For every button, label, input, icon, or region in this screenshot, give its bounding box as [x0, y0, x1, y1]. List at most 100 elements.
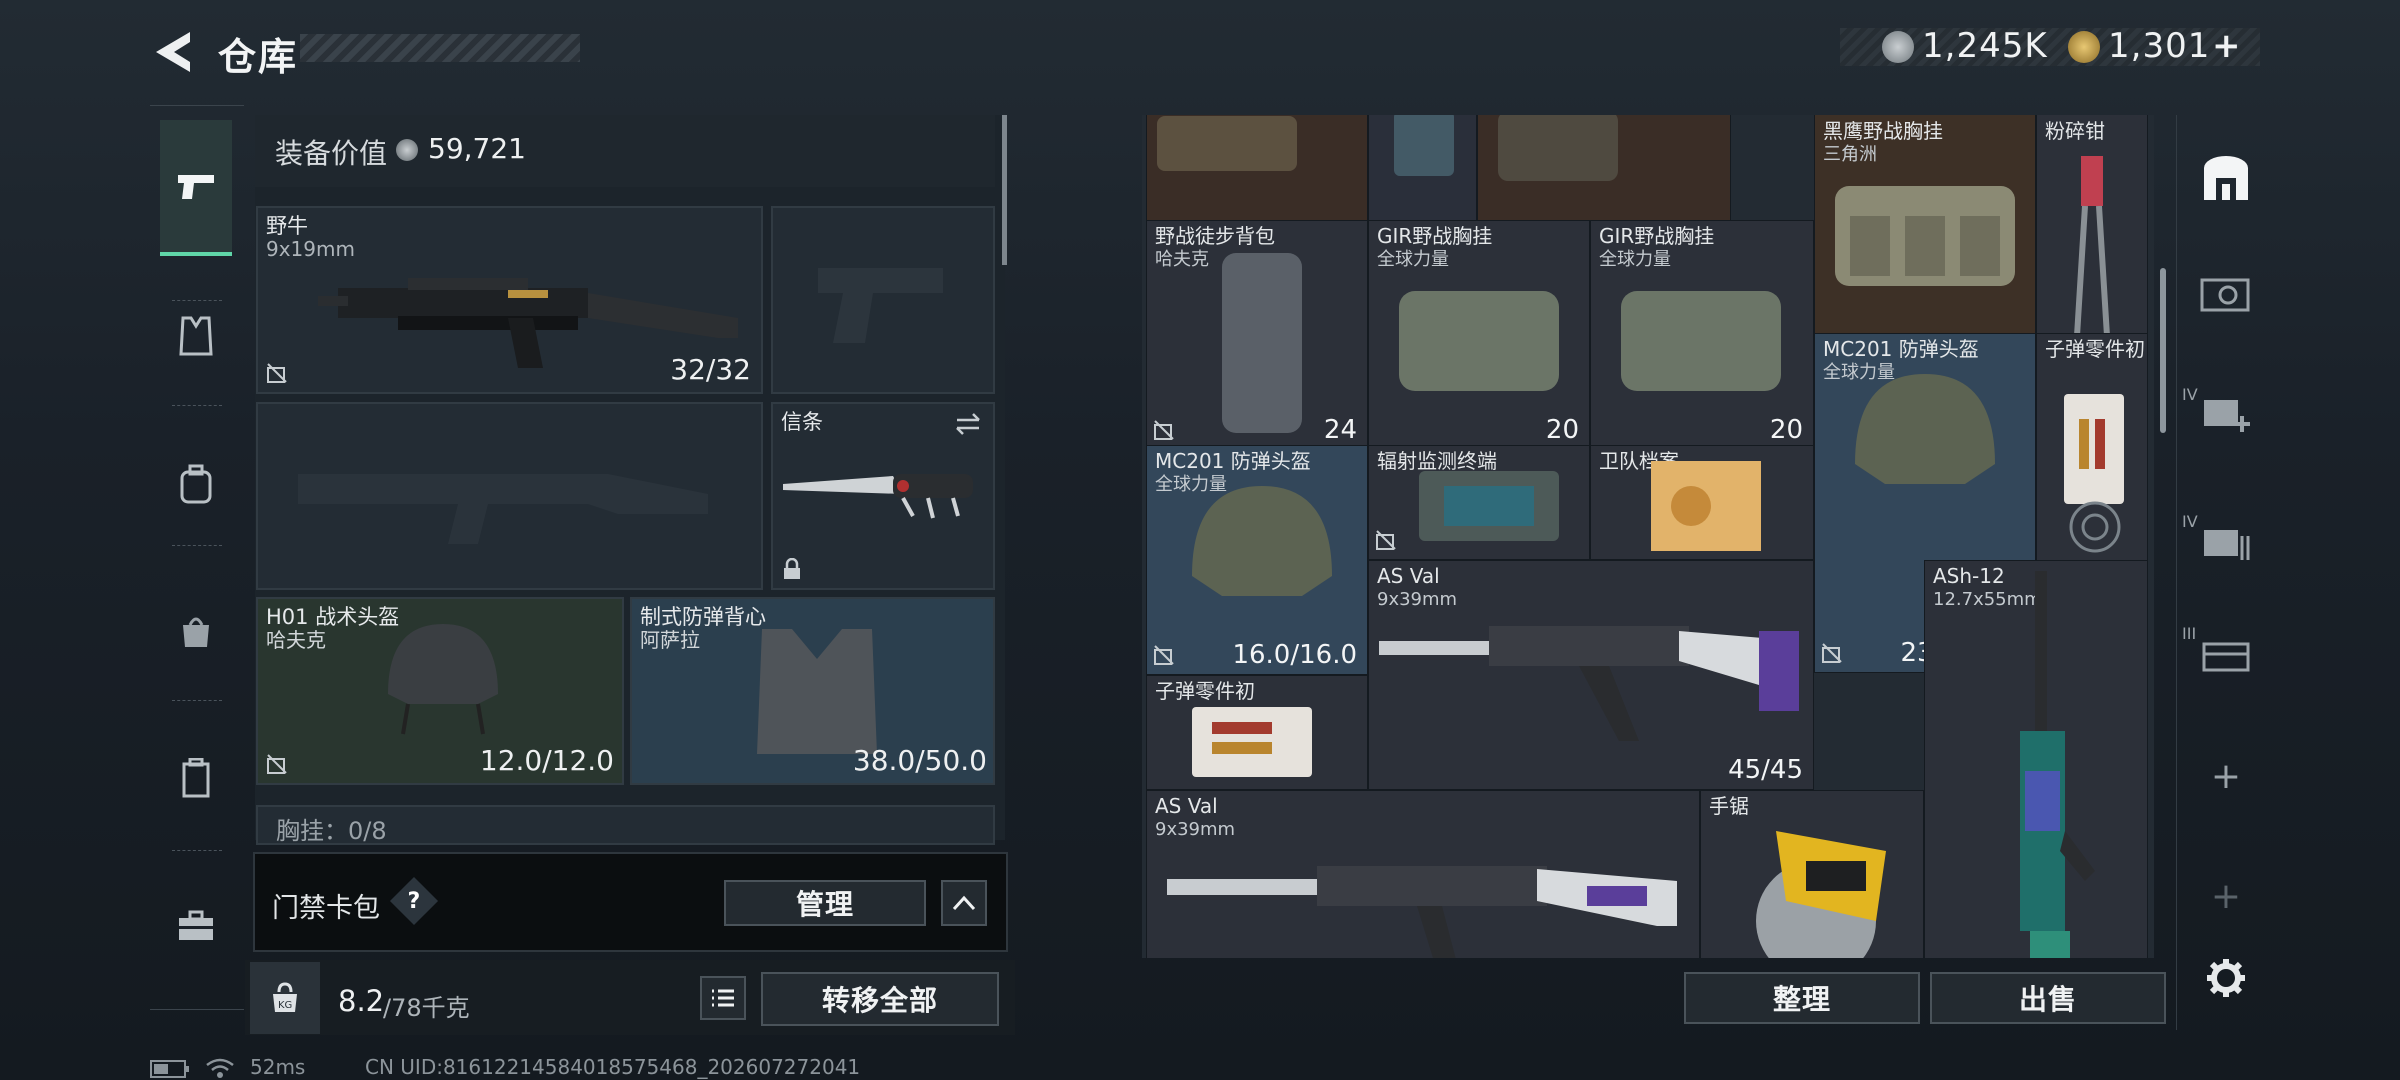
stash-page-4[interactable] [2186, 508, 2266, 580]
stash-item[interactable]: GIR野战胸挂 全球力量 20 [1590, 220, 1814, 450]
stash-item[interactable]: 子弹零件初 [1146, 675, 1368, 790]
stash-grid: 28 24 黑鹰野战胸挂 三角洲 22 粉碎钳 野战徒步背包 哈夫克 24 GI… [1142, 115, 2154, 958]
item-sub: 哈夫克 [1155, 249, 1209, 270]
item-name: 粉碎钳 [2045, 119, 2105, 143]
primary-weapon-slot[interactable]: 野牛 9x19mm 32/32 [256, 206, 763, 394]
nav-divider [172, 700, 222, 701]
rifle-silhouette-icon [298, 474, 708, 544]
chevron-up-icon [952, 895, 976, 911]
coin-silver-icon [1882, 31, 1914, 63]
manage-button[interactable]: 管理 [724, 880, 926, 926]
currency1-value: 1,245K [1922, 26, 2048, 66]
coin-icon [396, 139, 418, 161]
chest-rig-image-icon [1835, 186, 2015, 286]
stash-scrollbar[interactable] [2160, 268, 2166, 433]
backpack-image-icon [1157, 116, 1297, 171]
stash-item[interactable]: ASh-12 12.7x55mm [1924, 560, 2148, 958]
nav-divider [172, 545, 222, 546]
uid-label: CN UID:8161221458401857546​8_20260727204… [365, 1055, 861, 1079]
nav-weapons[interactable] [160, 120, 232, 256]
secondary-weapon-slot[interactable] [256, 402, 763, 590]
currency2-value: 1,301 [2108, 26, 2211, 66]
pistol-slot[interactable] [771, 206, 995, 394]
bag-icon [183, 617, 209, 647]
armor-slot[interactable]: 制式防弹背心 阿萨拉 38.0/50.0 [630, 597, 995, 785]
back-arrow-icon[interactable] [150, 28, 198, 76]
sell-button[interactable]: 出售 [1930, 972, 2166, 1024]
transfer-all-button[interactable]: 转移全部 [761, 972, 999, 1026]
nav-chest-rig[interactable] [160, 300, 232, 372]
stash-page-2[interactable] [2186, 258, 2266, 330]
nav-toolbox[interactable] [160, 890, 232, 962]
helmet-brand: 哈夫克 [266, 628, 326, 652]
loadout-scrollbar[interactable] [1002, 115, 1007, 265]
stash-page-main[interactable] [2186, 142, 2266, 214]
no-contain-icon [1822, 643, 1842, 663]
backpack-image-icon [1222, 253, 1302, 433]
rifle-image-icon [1167, 866, 1677, 958]
no-contain-icon [1154, 645, 1174, 665]
access-card-label: 门禁卡包 [272, 893, 380, 924]
nav-backpack[interactable] [160, 448, 232, 520]
stash-item[interactable]: MC201 防弹头盔 全球力量 16.0/16.0 [1146, 445, 1368, 675]
stash-item[interactable]: 辐射监测终端 [1368, 445, 1590, 560]
case-icon [182, 758, 210, 798]
storage-icon [2204, 156, 2248, 200]
melee-slot[interactable]: 信条 [771, 402, 995, 590]
expand-button[interactable] [941, 880, 987, 926]
file-image-icon [1651, 461, 1761, 551]
helmet-image-icon [1192, 486, 1332, 596]
title-stripe [300, 34, 580, 62]
ammo-box-image-icon [2064, 394, 2124, 504]
item-name: GIR野战胸挂 [1599, 224, 1715, 248]
backpack-icon [180, 464, 212, 504]
item-name: 子弹零件初 [2045, 337, 2145, 361]
settings-button[interactable] [2186, 942, 2266, 1014]
stash-page-3[interactable] [2186, 378, 2266, 450]
item-sub: 全球力量 [1599, 249, 1671, 270]
case-icon [2204, 530, 2250, 560]
add-page-button[interactable]: + [2186, 740, 2266, 812]
item-qty: 24 [1323, 415, 1357, 445]
lock-icon [784, 558, 800, 579]
weight-capacity: /78千克 [383, 994, 470, 1022]
item-name: 子弹零件初 [1155, 679, 1255, 703]
helmet-slot[interactable]: H01 战术头盔 哈夫克 12.0/12.0 [256, 597, 624, 785]
stash-page-5[interactable] [2186, 620, 2266, 692]
chest-rig-label: 胸挂：0/8 [276, 817, 387, 845]
stash-item[interactable]: AS Val 9x39mm [1146, 790, 1700, 958]
vest-image-icon [757, 629, 877, 754]
item-qty: 16.0/16.0 [1232, 640, 1357, 670]
weight-current: 8.2 [338, 984, 385, 1018]
chest-rig-slot[interactable]: 胸挂：0/8 [256, 805, 995, 845]
stash-item[interactable]: AS Val 9x39mm 45/45 [1368, 560, 1814, 790]
item-sub: 全球力量 [1377, 249, 1449, 270]
sort-button[interactable]: 整理 [1684, 972, 1920, 1024]
item-qty: 20 [1769, 415, 1803, 445]
vest-icon [179, 316, 213, 356]
armor-name: 制式防弹背心 [640, 605, 766, 629]
helmet-image-icon [388, 624, 498, 735]
item-sub: 三角洲 [1823, 144, 1877, 165]
no-contain-icon [1154, 420, 1174, 440]
toolbox-icon [179, 910, 213, 940]
svg-text:KG: KG [278, 1000, 292, 1011]
stash-item[interactable]: 卫队档案 [1590, 445, 1814, 560]
no-contain-icon [267, 363, 287, 383]
monitor-image-icon [1419, 471, 1559, 541]
stash-item[interactable]: 野战徒步背包 哈夫克 24 [1146, 220, 1368, 450]
swap-icon[interactable] [953, 412, 983, 436]
helmet-durability: 12.0/12.0 [479, 744, 614, 777]
stash-item[interactable]: 手锯 [1700, 790, 1924, 958]
equipment-value-label: 装备价值 [275, 137, 388, 170]
help-icon: ? [407, 888, 421, 914]
nav-pouch[interactable] [160, 595, 232, 667]
list-view-button[interactable] [700, 976, 746, 1020]
equipment-value-amount: 59,721 [428, 132, 526, 165]
device-image-icon [1394, 115, 1454, 176]
stash-item[interactable]: GIR野战胸挂 全球力量 20 [1368, 220, 1590, 450]
add-currency-button[interactable]: + [2212, 26, 2242, 66]
nav-case[interactable] [160, 742, 232, 814]
add-page-button-disabled[interactable]: + [2186, 860, 2266, 932]
item-qty: 45/45 [1728, 755, 1803, 785]
